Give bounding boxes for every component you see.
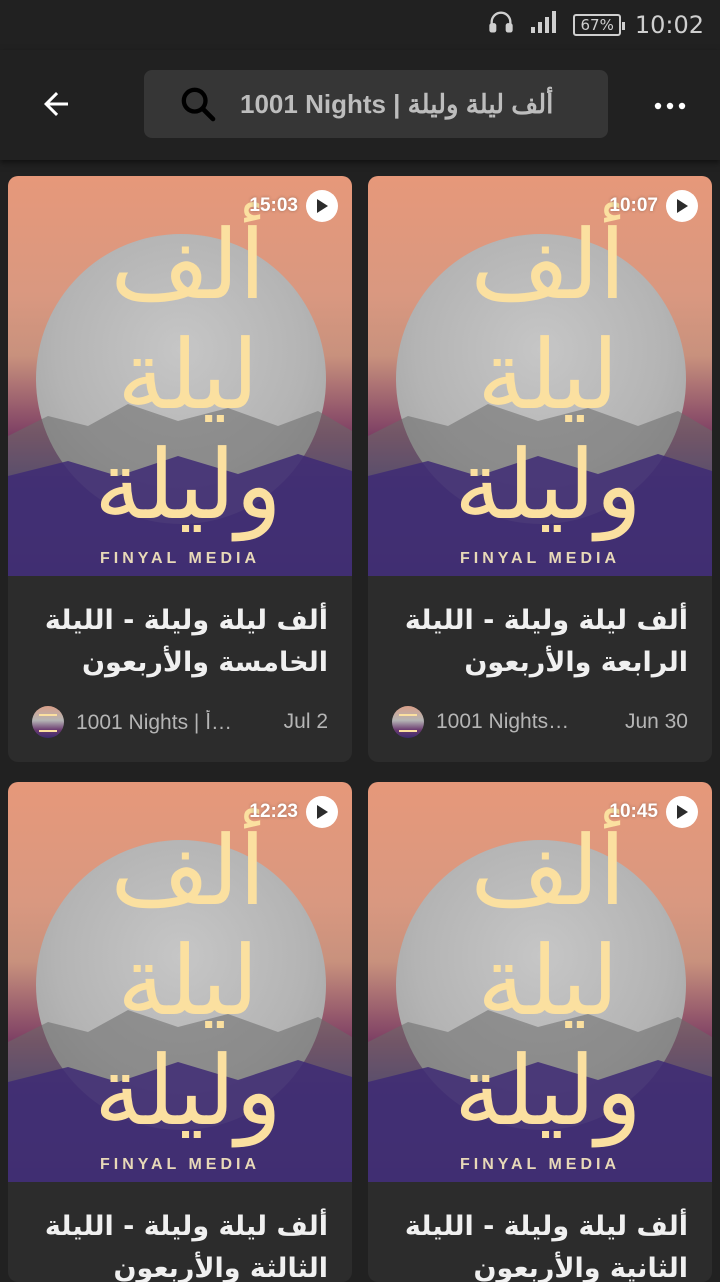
cover-title: ألف ليلة وليلة [94,815,282,1147]
episode-card[interactable]: ألف ليلة وليلة FINYAL MEDIA 15:03 ألف لي… [8,176,352,762]
episode-date: Jul 2 [283,710,328,733]
status-bar: 67% 10:02 [0,0,720,50]
podcast-name: 1001 Nights | أ… [76,710,233,734]
podcast-name: 1001 Nights… [436,710,570,733]
battery-indicator: 67% [573,14,626,36]
headset-icon [487,8,515,42]
episode-meta: 1001 Nights… Jun 30 [392,704,688,740]
episode-title: ألف ليلة وليلة - الليلة الثالثة والأربعو… [44,1211,328,1282]
duration-text: 12:23 [249,801,298,822]
play-icon [317,805,328,819]
duration-badge[interactable]: 10:45 [609,796,698,828]
duration-badge[interactable]: 10:07 [609,190,698,222]
cover-brand: FINYAL MEDIA [99,550,260,567]
search-field[interactable]: 1001 Nights | ألف ليلة وليلة [144,70,608,138]
play-button[interactable] [306,190,338,222]
play-icon [677,199,688,213]
duration-text: 10:45 [609,801,658,822]
play-button[interactable] [306,796,338,828]
cover-title: ألف ليلة وليلة [94,209,282,541]
play-icon [317,199,328,213]
duration-badge[interactable]: 15:03 [249,190,338,222]
play-icon [677,805,688,819]
episode-title: ألف ليلة وليلة - الليلة الخامسة والأربعو… [44,605,328,678]
cover-title: ألف ليلة وليلة [454,815,642,1147]
clock: 10:02 [634,11,704,39]
episode-grid: ألف ليلة وليلة FINYAL MEDIA 15:03 ألف لي… [8,176,712,1282]
podcast-avatar [392,706,424,738]
signal-icon [529,9,559,41]
app-bar: 1001 Nights | ألف ليلة وليلة [0,50,720,160]
duration-text: 15:03 [249,195,298,216]
podcast-avatar [32,706,64,738]
duration-text: 10:07 [609,195,658,216]
episode-card[interactable]: ألف ليلة وليلة FINYAL MEDIA 10:07 ألف لي… [368,176,712,762]
search-icon [181,87,216,122]
episode-card[interactable]: ألف ليلة وليلة FINYAL MEDIA 10:45 ألف لي… [368,782,712,1282]
episode-cover: ألف ليلة وليلة FINYAL MEDIA 10:45 [368,782,712,1182]
episode-date: Jun 30 [624,710,688,733]
cover-title: ألف ليلة وليلة [454,209,642,541]
episode-title: ألف ليلة وليلة - الليلة الرابعة والأربعو… [404,605,688,678]
status-icons: 67% 10:02 [487,8,704,42]
episode-meta: 1001 Nights | أ… Jul 2 [32,704,328,740]
cover-brand: FINYAL MEDIA [459,1156,620,1173]
play-button[interactable] [666,190,698,222]
cover-brand: FINYAL MEDIA [99,1156,260,1173]
duration-badge[interactable]: 12:23 [249,796,338,828]
more-options-button[interactable] [650,86,690,126]
episode-card[interactable]: ألف ليلة وليلة FINYAL MEDIA 12:23 ألف لي… [8,782,352,1282]
more-vert-icon [654,102,686,110]
episode-cover: ألف ليلة وليلة FINYAL MEDIA 10:07 [368,176,712,576]
arrow-left-icon [44,92,68,116]
back-button[interactable] [28,78,84,130]
cover-brand: FINYAL MEDIA [459,550,620,567]
play-button[interactable] [666,796,698,828]
episode-cover: ألف ليلة وليلة FINYAL MEDIA 12:23 [8,782,352,1182]
search-query: 1001 Nights | ألف ليلة وليلة [240,89,554,119]
episode-title: ألف ليلة وليلة - الليلة الثانية والأربعو… [404,1211,688,1282]
episode-cover: ألف ليلة وليلة FINYAL MEDIA 15:03 [8,176,352,576]
